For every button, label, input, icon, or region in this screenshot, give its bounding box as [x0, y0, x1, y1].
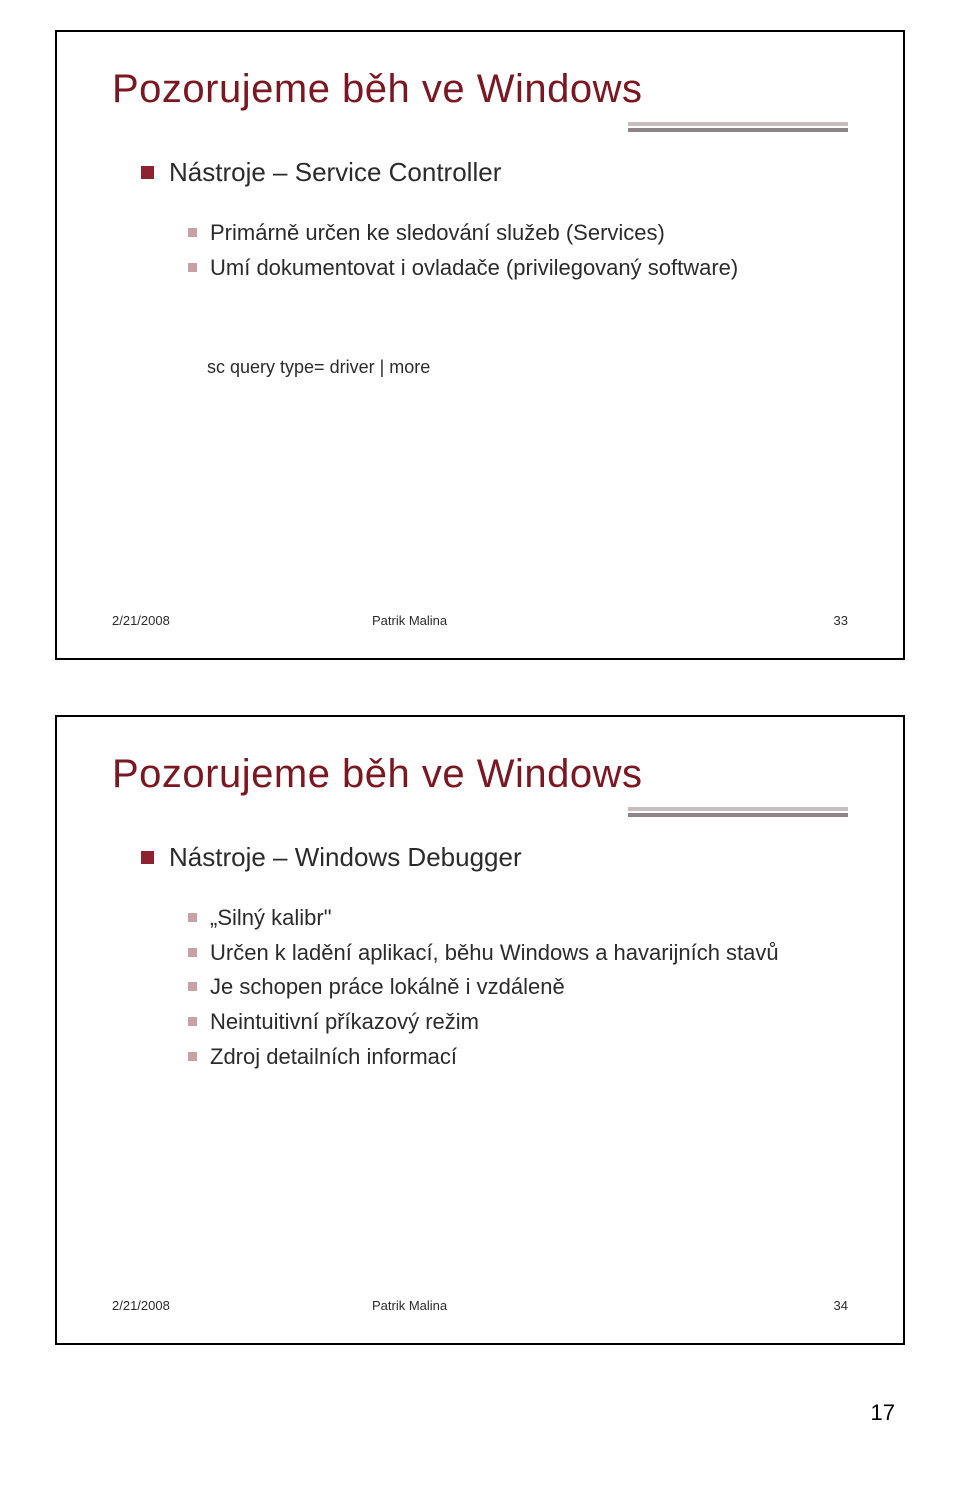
slide-1: Pozorujeme běh ve Windows Nástroje – Ser…	[55, 30, 905, 660]
list-item: Nástroje – Service Controller	[137, 157, 848, 188]
list-item: Nástroje – Windows Debugger	[137, 842, 848, 873]
list-item: Určen k ladění aplikací, běhu Windows a …	[182, 938, 848, 968]
bullet-list-level1: Nástroje – Service Controller	[137, 157, 848, 188]
list-item: „Silný kalibr"	[182, 903, 848, 933]
footer-slide-number: 34	[632, 1298, 848, 1313]
footer-author: Patrik Malina	[372, 613, 632, 628]
bullet-list-level2: „Silný kalibr" Určen k ladění aplikací, …	[182, 903, 848, 1071]
code-snippet: sc query type= driver | more	[207, 357, 848, 378]
footer-author: Patrik Malina	[372, 1298, 632, 1313]
list-item: Umí dokumentovat i ovladače (privilegova…	[182, 253, 848, 283]
footer-date: 2/21/2008	[112, 1298, 372, 1313]
footer-slide-number: 33	[632, 613, 848, 628]
slide-title: Pozorujeme běh ve Windows	[112, 67, 848, 112]
page-container: Pozorujeme běh ve Windows Nástroje – Ser…	[0, 0, 960, 1446]
title-underline-decoration	[628, 807, 848, 817]
list-item: Zdroj detailních informací	[182, 1042, 848, 1072]
title-underline-decoration	[628, 122, 848, 132]
page-number: 17	[55, 1400, 905, 1426]
bullet-list-level2: Primárně určen ke sledování služeb (Serv…	[182, 218, 848, 282]
list-item: Neintuitivní příkazový režim	[182, 1007, 848, 1037]
list-item: Primárně určen ke sledování služeb (Serv…	[182, 218, 848, 248]
slide-footer: 2/21/2008 Patrik Malina 34	[112, 1298, 848, 1313]
slide-title: Pozorujeme běh ve Windows	[112, 752, 848, 797]
bullet-list-level1: Nástroje – Windows Debugger	[137, 842, 848, 873]
slide-footer: 2/21/2008 Patrik Malina 33	[112, 613, 848, 628]
list-item: Je schopen práce lokálně i vzdáleně	[182, 972, 848, 1002]
slide-2: Pozorujeme běh ve Windows Nástroje – Win…	[55, 715, 905, 1345]
footer-date: 2/21/2008	[112, 613, 372, 628]
